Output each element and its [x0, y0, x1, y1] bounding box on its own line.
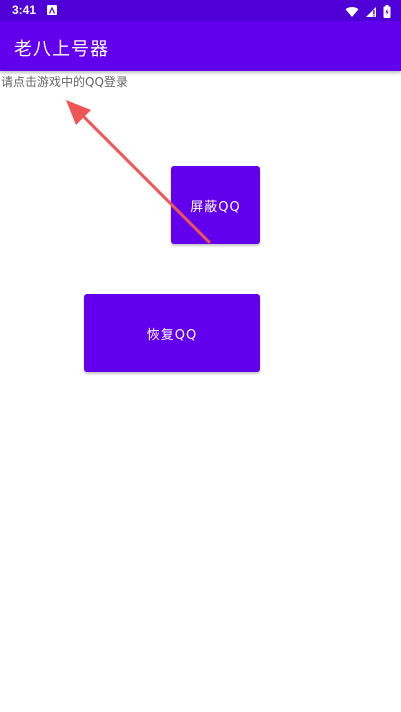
signal-icon: [365, 3, 377, 22]
status-icons: [345, 3, 391, 22]
app-title: 老八上号器: [14, 39, 109, 60]
status-bar: 3:41: [0, 0, 401, 21]
app-bar: 老八上号器: [0, 21, 401, 71]
block-qq-button[interactable]: 屏蔽QQ: [171, 166, 260, 244]
status-time: 3:41: [12, 3, 37, 17]
restore-qq-button[interactable]: 恢复QQ: [84, 294, 260, 372]
login-hint-text: 请点击游戏中的QQ登录: [1, 75, 128, 89]
app-notification-icon: [47, 5, 57, 15]
wifi-icon: [345, 3, 359, 22]
battery-icon: [383, 3, 391, 22]
